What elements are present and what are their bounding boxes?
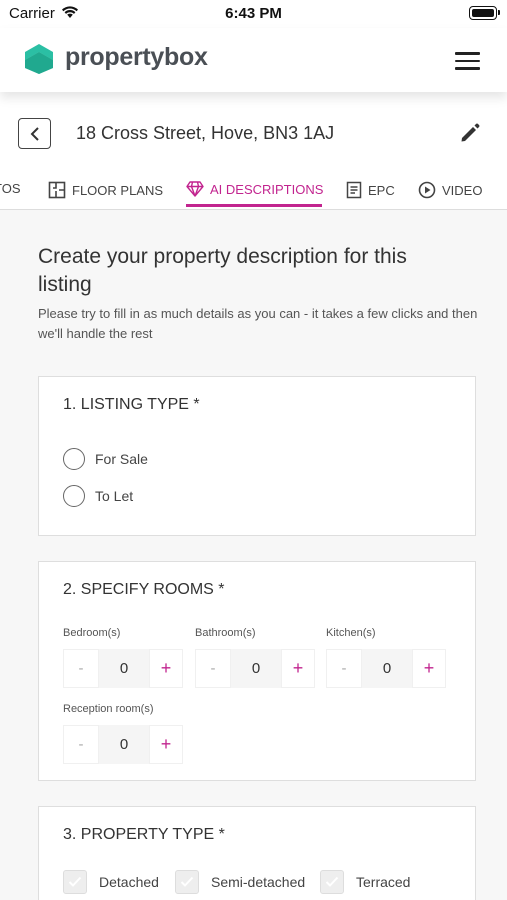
increment-button[interactable]: + [149,649,183,688]
pencil-icon[interactable] [459,122,481,149]
increment-button[interactable]: + [412,649,446,688]
tab-ai-descriptions[interactable]: AI DESCRIPTIONS [186,181,323,197]
check-icon [180,876,194,887]
decrement-button[interactable]: - [63,649,99,688]
decrement-button[interactable]: - [63,725,99,764]
tab-label: VIDEO [442,182,483,198]
bathroom-stepper: - 0 + [195,649,315,688]
tab-epc[interactable]: EPC [346,181,395,199]
property-type-card: 3. PROPERTY TYPE * Detached Semi-detache… [38,806,476,900]
increment-button[interactable]: + [149,725,183,764]
bathroom-count[interactable]: 0 [231,649,281,688]
checkbox-detached[interactable]: Detached [63,870,159,894]
listing-type-title: 1. LISTING TYPE * [63,396,200,413]
checkbox[interactable] [63,870,87,894]
status-bar: Carrier 6:43 PM [0,0,507,28]
document-icon [346,181,362,199]
decrement-button[interactable]: - [195,649,231,688]
decrement-button[interactable]: - [326,649,362,688]
battery-icon [469,6,500,20]
tab-label: TOS [0,181,21,196]
bedroom-count[interactable]: 0 [99,649,149,688]
tab-photos[interactable]: TOS [0,181,21,196]
radio-label: To Let [95,488,134,504]
kitchen-label: Kitchen(s) [326,627,376,639]
kitchen-count[interactable]: 0 [362,649,412,688]
radio-button[interactable] [63,485,85,507]
rooms-title: 2. SPECIFY ROOMS * [63,581,225,598]
checkbox-label: Terraced [356,874,411,890]
tab-label: FLOOR PLANS [72,182,164,198]
checkbox-semi-detached[interactable]: Semi-detached [175,870,305,894]
clock: 6:43 PM [225,5,282,22]
checkbox-label: Detached [99,874,159,890]
chevron-left-icon [30,126,39,141]
active-tab-indicator [186,204,322,207]
checkbox[interactable] [320,870,344,894]
bedroom-label: Bedroom(s) [63,627,121,639]
tab-floor-plans[interactable]: FLOOR PLANS [48,181,163,199]
page-subtitle: Please try to fill in as much details as… [38,306,478,341]
bedroom-stepper: - 0 + [63,649,183,688]
tab-label: AI DESCRIPTIONS [210,181,324,197]
rooms-card: 2. SPECIFY ROOMS * Bedroom(s) - 0 + Bath… [38,561,476,781]
page-title: Create your property description for thi… [38,245,407,296]
increment-button[interactable]: + [281,649,315,688]
app-header: propertybox [0,28,507,92]
check-icon [68,876,82,887]
propertybox-logo-icon [25,44,53,79]
radio-for-sale[interactable]: For Sale [63,448,148,470]
checkbox-label: Semi-detached [211,874,306,890]
menu-icon[interactable] [455,52,480,70]
property-address: 18 Cross Street, Hove, BN3 1AJ [76,123,335,143]
checkbox[interactable] [175,870,199,894]
back-button[interactable] [18,118,51,149]
property-type-title: 3. PROPERTY TYPE * [63,826,225,843]
diamond-icon [186,181,204,197]
radio-to-let[interactable]: To Let [63,485,133,507]
bathroom-label: Bathroom(s) [195,627,256,639]
play-icon [418,181,436,199]
check-icon [325,876,339,887]
radio-label: For Sale [95,451,148,467]
listing-type-card: 1. LISTING TYPE * For Sale To Let [38,376,476,536]
tab-video[interactable]: VIDEO [418,181,482,199]
tab-label: EPC [368,182,395,198]
reception-room-count[interactable]: 0 [99,725,149,764]
radio-button[interactable] [63,448,85,470]
kitchen-stepper: - 0 + [326,649,446,688]
reception-room-stepper: - 0 + [63,725,183,764]
brand-name: propertybox [65,43,208,71]
floor-plan-icon [48,181,66,199]
reception-room-label: Reception room(s) [63,703,154,715]
checkbox-terraced[interactable]: Terraced [320,870,410,894]
